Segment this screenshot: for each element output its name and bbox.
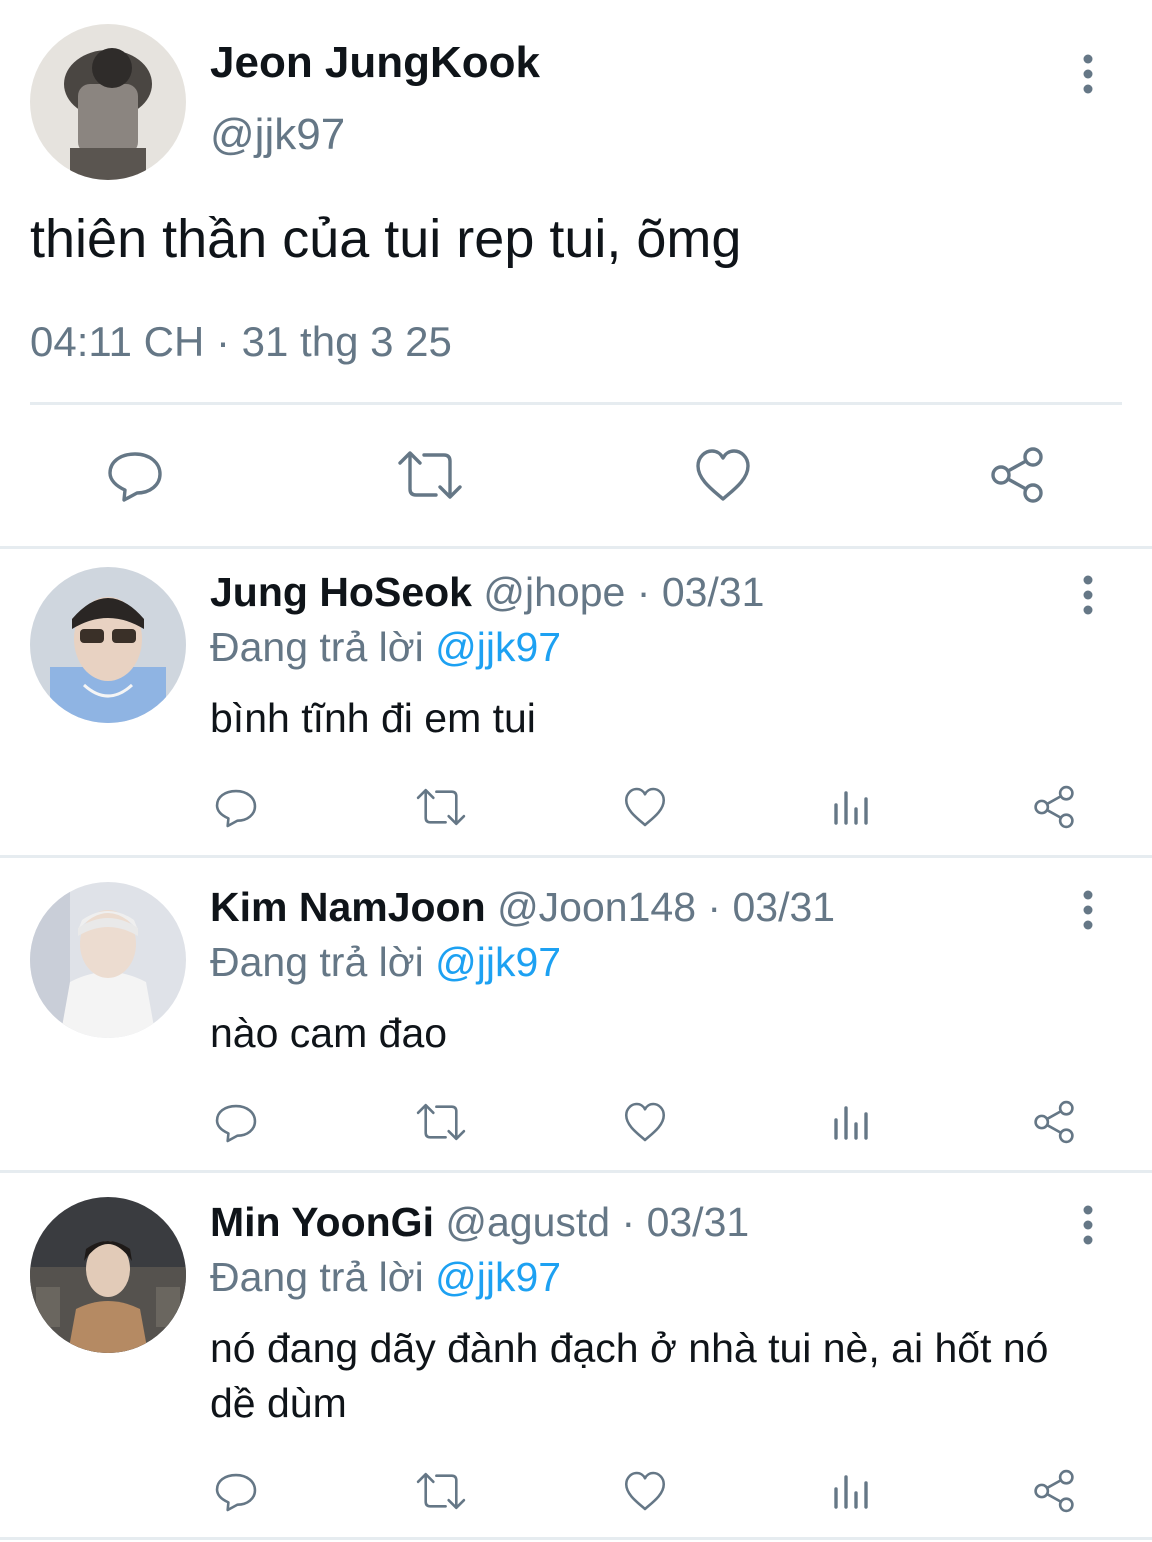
author-handle[interactable]: @jjk97 bbox=[210, 110, 345, 160]
replying-to-label: Đang trả lời bbox=[210, 624, 424, 670]
analytics-button[interactable] bbox=[826, 1098, 874, 1146]
replying-to: Đang trả lời @jjk97 bbox=[210, 939, 561, 986]
section-divider bbox=[0, 1537, 1152, 1540]
replying-to: Đang trả lời @jjk97 bbox=[210, 1254, 561, 1301]
analytics-button[interactable] bbox=[826, 783, 874, 831]
avatar[interactable] bbox=[30, 882, 186, 1038]
tweet-time: 04:11 CH bbox=[30, 318, 205, 365]
replying-to-handle[interactable]: @jjk97 bbox=[435, 1254, 561, 1300]
analytics-button[interactable] bbox=[826, 1467, 874, 1515]
like-icon bbox=[624, 1471, 666, 1511]
avatar[interactable] bbox=[30, 1197, 186, 1353]
replying-to: Đang trả lời @jjk97 bbox=[210, 624, 561, 671]
reply-date[interactable]: 03/31 bbox=[647, 1199, 750, 1245]
reply-author-handle[interactable]: @Joon148 bbox=[497, 884, 696, 930]
replying-to-label: Đang trả lời bbox=[210, 939, 424, 985]
analytics-icon bbox=[834, 1475, 868, 1509]
share-button[interactable] bbox=[986, 444, 1048, 506]
retweet-icon bbox=[416, 1103, 466, 1141]
like-button[interactable] bbox=[621, 1467, 669, 1515]
analytics-icon bbox=[834, 1106, 868, 1140]
more-options-icon[interactable] bbox=[1066, 52, 1110, 96]
author-name[interactable]: Jeon JungKook bbox=[210, 38, 540, 88]
avatar[interactable] bbox=[30, 567, 186, 723]
reply-text: nó đang dãy đành đạch ở nhà tui nè, ai h… bbox=[210, 1325, 1049, 1426]
retweet-button[interactable] bbox=[414, 1467, 468, 1515]
retweet-button[interactable] bbox=[396, 444, 464, 506]
reply-date[interactable]: 03/31 bbox=[662, 569, 765, 615]
reply-author-name[interactable]: Kim NamJoon bbox=[210, 884, 486, 930]
more-options-icon[interactable] bbox=[1066, 888, 1110, 932]
retweet-icon bbox=[416, 1472, 466, 1510]
retweet-icon bbox=[416, 788, 466, 826]
separator-dot: · bbox=[707, 884, 722, 930]
replying-to-handle[interactable]: @jjk97 bbox=[435, 939, 561, 985]
share-icon bbox=[991, 447, 1043, 503]
retweet-button[interactable] bbox=[414, 1098, 468, 1146]
share-button[interactable] bbox=[1030, 1467, 1078, 1515]
separator-dot: · bbox=[216, 318, 230, 365]
reply-header: Kim NamJoon @Joon148 · 03/31 bbox=[210, 884, 835, 931]
reply-author-name[interactable]: Min YoonGi bbox=[210, 1199, 434, 1245]
reply-item[interactable]: Min YoonGi @agustd · 03/31 Đang trả lời … bbox=[0, 1173, 1152, 1537]
more-options-icon[interactable] bbox=[1066, 573, 1110, 617]
reply-header: Jung HoSeok @jhope · 03/31 bbox=[210, 569, 764, 616]
separator-dot: · bbox=[636, 569, 651, 615]
reply-icon bbox=[215, 1473, 257, 1512]
reply-icon bbox=[215, 1104, 257, 1143]
reply-date[interactable]: 03/31 bbox=[732, 884, 835, 930]
reply-header: Min YoonGi @agustd · 03/31 bbox=[210, 1199, 749, 1246]
like-button[interactable] bbox=[621, 1098, 669, 1146]
replying-to-label: Đang trả lời bbox=[210, 1254, 424, 1300]
share-icon bbox=[1034, 1100, 1074, 1144]
reply-button[interactable] bbox=[104, 444, 166, 506]
reply-author-handle[interactable]: @jhope bbox=[483, 569, 625, 615]
analytics-icon bbox=[834, 791, 868, 825]
reply-icon bbox=[215, 789, 257, 828]
reply-text: nào cam đao bbox=[210, 1010, 448, 1056]
like-button[interactable] bbox=[621, 783, 669, 831]
share-button[interactable] bbox=[1030, 1098, 1078, 1146]
like-icon bbox=[624, 787, 666, 827]
replying-to-handle[interactable]: @jjk97 bbox=[435, 624, 561, 670]
more-options-icon[interactable] bbox=[1066, 1203, 1110, 1247]
share-icon bbox=[1034, 785, 1074, 829]
reply-button[interactable] bbox=[212, 1467, 260, 1515]
tweet-text: thiên thần của tui rep tui, õmg bbox=[30, 209, 742, 269]
reply-author-name[interactable]: Jung HoSeok bbox=[210, 569, 472, 615]
tweet-timestamp[interactable]: 04:11 CH · 31 thg 3 25 bbox=[30, 318, 452, 366]
avatar[interactable] bbox=[30, 24, 186, 180]
divider bbox=[30, 402, 1122, 405]
retweet-icon bbox=[398, 451, 462, 499]
retweet-button[interactable] bbox=[414, 783, 468, 831]
like-icon bbox=[696, 449, 750, 501]
reply-author-handle[interactable]: @agustd bbox=[445, 1199, 610, 1245]
like-icon bbox=[624, 1102, 666, 1142]
reply-button[interactable] bbox=[212, 783, 260, 831]
share-icon bbox=[1034, 1469, 1074, 1513]
tweet-date: 31 thg 3 25 bbox=[241, 318, 452, 365]
share-button[interactable] bbox=[1030, 783, 1078, 831]
reply-item[interactable]: Kim NamJoon @Joon148 · 03/31 Đang trả lờ… bbox=[0, 858, 1152, 1170]
reply-button[interactable] bbox=[212, 1098, 260, 1146]
separator-dot: · bbox=[621, 1199, 636, 1245]
reply-icon bbox=[108, 452, 162, 502]
like-button[interactable] bbox=[692, 444, 754, 506]
reply-item[interactable]: Jung HoSeok @jhope · 03/31 Đang trả lời … bbox=[0, 549, 1152, 855]
reply-text: bình tĩnh đi em tui bbox=[210, 695, 536, 741]
